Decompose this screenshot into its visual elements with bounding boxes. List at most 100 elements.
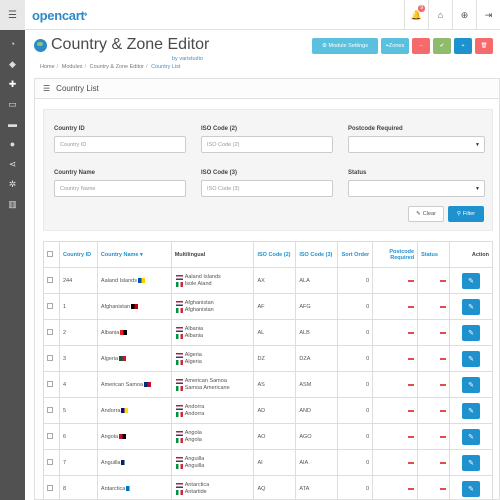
edit-pencil-button[interactable]: ✎ <box>462 402 481 419</box>
row-select-cell[interactable] <box>43 371 60 398</box>
minus-icon[interactable] <box>440 383 447 386</box>
minus-icon[interactable] <box>440 461 447 464</box>
row-checkbox[interactable] <box>47 380 53 387</box>
select-all-checkbox[interactable] <box>47 250 53 257</box>
byline[interactable]: by varistudio <box>172 56 203 62</box>
row-checkbox[interactable] <box>47 302 53 309</box>
minus-icon[interactable] <box>440 435 447 438</box>
module-settings-button[interactable]: ⚙ Module Settings <box>312 38 378 54</box>
edit-pencil-button[interactable]: ✎ <box>462 272 481 289</box>
delete-trash-button[interactable]: 🗑 <box>475 38 493 54</box>
opencart-logo[interactable]: opencart <box>32 8 85 23</box>
row-checkbox[interactable] <box>47 458 53 465</box>
minus-icon[interactable] <box>408 435 415 438</box>
minus-icon[interactable] <box>440 487 447 490</box>
status-cell[interactable] <box>417 449 451 476</box>
breadcrumb-home[interactable]: Home <box>40 64 55 70</box>
minus-icon[interactable] <box>440 357 447 360</box>
row-select-cell[interactable] <box>43 293 60 320</box>
postcode-required-cell[interactable] <box>372 449 419 476</box>
edit-pencil-button[interactable]: ✎ <box>462 350 481 367</box>
sales-cart-icon[interactable]: ▬ <box>0 114 25 134</box>
edit-pencil-button[interactable]: ✎ <box>462 324 481 341</box>
country-name-input[interactable]: Country Name <box>54 180 186 197</box>
minus-icon[interactable] <box>408 331 415 334</box>
postcode-required-cell[interactable] <box>372 371 419 398</box>
enable-check-button[interactable]: ✔ <box>433 38 451 54</box>
postcode-required-cell[interactable] <box>372 267 419 294</box>
minus-icon[interactable] <box>408 383 415 386</box>
row-select-cell[interactable] <box>43 319 60 346</box>
design-monitor-icon[interactable]: ▭ <box>0 94 25 114</box>
minus-icon[interactable] <box>440 279 447 282</box>
header-iso3[interactable]: ISO Code (3) <box>295 241 339 268</box>
row-checkbox[interactable] <box>47 354 53 361</box>
minus-icon[interactable] <box>408 409 415 412</box>
edit-pencil-button[interactable]: ✎ <box>462 480 481 497</box>
home-icon[interactable]: ⌂ <box>428 0 452 30</box>
system-gear-icon[interactable]: ✲ <box>0 174 25 194</box>
select-all-header[interactable] <box>43 241 60 268</box>
notifications-bell-icon[interactable]: 🔔 9 <box>404 0 428 30</box>
breadcrumb-modules[interactable]: Modules <box>62 64 83 70</box>
extensions-puzzle-icon[interactable]: ✚ <box>0 74 25 94</box>
minus-icon[interactable] <box>408 357 415 360</box>
row-checkbox[interactable] <box>47 328 53 335</box>
dashboard-icon[interactable]: ◔ <box>0 34 25 54</box>
row-checkbox[interactable] <box>47 406 53 413</box>
postcode-required-cell[interactable] <box>372 423 419 450</box>
header-country-id[interactable]: Country ID <box>58 241 98 268</box>
minus-button[interactable]: − <box>412 38 430 54</box>
reports-chart-icon[interactable]: ▥ <box>0 194 25 214</box>
edit-pencil-button[interactable]: ✎ <box>462 298 481 315</box>
postcode-required-cell[interactable] <box>372 475 419 500</box>
breadcrumb-editor[interactable]: Country & Zone Editor <box>90 64 144 70</box>
help-globe-icon[interactable]: ⊕ <box>452 0 476 30</box>
row-select-cell[interactable] <box>43 475 60 500</box>
logout-icon[interactable]: ⇥ <box>476 0 500 30</box>
add-button[interactable]: + <box>454 38 472 54</box>
header-sort-order[interactable]: Sort Order <box>337 241 374 268</box>
catalog-tag-icon[interactable]: ◆ <box>0 54 25 74</box>
minus-icon[interactable] <box>440 409 447 412</box>
status-cell[interactable] <box>417 345 451 372</box>
header-iso2[interactable]: ISO Code (2) <box>253 241 297 268</box>
row-checkbox[interactable] <box>47 484 53 491</box>
row-checkbox[interactable] <box>47 276 53 283</box>
clear-button[interactable]: ✎ Clear <box>408 206 444 222</box>
row-select-cell[interactable] <box>43 267 60 294</box>
postcode-required-cell[interactable] <box>372 397 419 424</box>
minus-icon[interactable] <box>440 331 447 334</box>
header-country-name[interactable]: Country Name ▾ <box>96 241 172 268</box>
postcode-required-select[interactable]: ▼ <box>348 136 485 153</box>
iso2-input[interactable]: ISO Code (2) <box>201 136 333 153</box>
status-cell[interactable] <box>417 371 451 398</box>
row-checkbox[interactable] <box>47 432 53 439</box>
edit-pencil-button[interactable]: ✎ <box>462 376 481 393</box>
row-select-cell[interactable] <box>43 423 60 450</box>
menu-toggle-icon[interactable]: ☰ <box>0 0 25 30</box>
status-cell[interactable] <box>417 293 451 320</box>
row-select-cell[interactable] <box>43 397 60 424</box>
minus-icon[interactable] <box>408 279 415 282</box>
zones-button[interactable]: ⌖ Zones <box>381 38 409 54</box>
edit-pencil-button[interactable]: ✎ <box>462 454 481 471</box>
minus-icon[interactable] <box>408 461 415 464</box>
status-cell[interactable] <box>417 475 451 500</box>
status-cell[interactable] <box>417 397 451 424</box>
postcode-required-cell[interactable] <box>372 345 419 372</box>
breadcrumb-country-list[interactable]: Country List <box>151 64 180 70</box>
minus-icon[interactable] <box>408 305 415 308</box>
header-status[interactable]: Status <box>417 241 451 268</box>
customers-user-icon[interactable]: ● <box>0 134 25 154</box>
header-postcode-required[interactable]: Postcode Required <box>372 241 419 268</box>
filter-button[interactable]: ⚲ Filter <box>448 206 484 222</box>
country-id-input[interactable]: Country ID <box>54 136 186 153</box>
edit-pencil-button[interactable]: ✎ <box>462 428 481 445</box>
row-select-cell[interactable] <box>43 345 60 372</box>
iso3-input[interactable]: ISO Code (3) <box>201 180 333 197</box>
postcode-required-cell[interactable] <box>372 293 419 320</box>
status-select[interactable]: ▼ <box>348 180 485 197</box>
status-cell[interactable] <box>417 319 451 346</box>
status-cell[interactable] <box>417 267 451 294</box>
